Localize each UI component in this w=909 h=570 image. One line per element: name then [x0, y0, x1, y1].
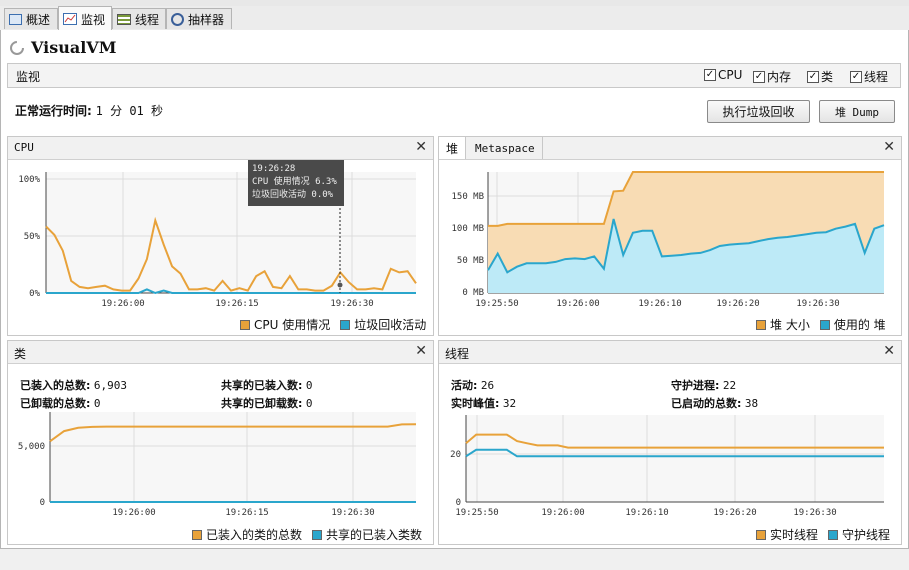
- threads-y-tick-label: 20: [450, 450, 461, 460]
- threads-x-tick-label: 19:26:20: [713, 508, 756, 518]
- legend-swatch-orange: [240, 319, 250, 330]
- cpu-plot-area: [46, 172, 416, 293]
- legend-shared-loaded-classes: 共享的已装入类数: [326, 528, 423, 542]
- legend-swatch-orange: [756, 529, 766, 540]
- legend-daemon-threads: 守护线程: [842, 528, 891, 542]
- cpu-tooltip: 19:26:28 CPU 使用情况 6.3% 垃圾回收活动 0.0%: [248, 160, 344, 206]
- legend-swatch-blue: [828, 529, 839, 540]
- heap-x-tick-label: 19:25:50: [475, 299, 518, 309]
- classes-y-tick-label: 5,000: [18, 442, 45, 452]
- cpu-chart: 19:26:00 19:26:15 19:26:30 100% 50% 0% 19:25:5…: [18, 171, 885, 518]
- threads-x-tick-label: 19:25:50: [455, 508, 498, 518]
- legend-swatch-orange: [192, 529, 202, 540]
- heap-y-tick-label: 50 MB: [457, 256, 484, 266]
- cpu-y-tick-label: 0%: [29, 289, 40, 299]
- threads-y-tick-label: 0: [456, 498, 461, 508]
- threads-plot-area: [466, 415, 884, 502]
- heap-x-tick-label: 19:26:00: [556, 299, 599, 309]
- classes-x-tick-label: 19:26:15: [225, 508, 268, 518]
- legend-gc-activity: 垃圾回收活动: [354, 318, 427, 332]
- threads-x-tick-label: 19:26:00: [541, 508, 584, 518]
- tooltip-cpu: CPU 使用情况 6.3%: [252, 177, 337, 187]
- tooltip-gc: 垃圾回收活动 0.0%: [252, 190, 334, 200]
- heap-y-tick-label: 0 MB: [462, 288, 484, 298]
- cpu-x-tick-label: 19:26:15: [215, 299, 258, 309]
- classes-x-tick-label: 19:26:00: [112, 508, 155, 518]
- cpu-x-tick-label: 19:26:00: [101, 299, 144, 309]
- legend-live-threads: 实时线程: [770, 528, 819, 542]
- cpu-legend: CPU 使用情况 垃圾回收活动: [240, 316, 426, 333]
- legend-swatch-orange: [756, 319, 766, 330]
- tooltip-time: 19:26:28: [252, 164, 296, 174]
- cpu-cursor-point: [337, 282, 343, 288]
- heap-y-tick-label: 150 MB: [451, 192, 484, 202]
- legend-swatch-blue: [340, 319, 351, 330]
- classes-y-tick-label: 0: [40, 498, 45, 508]
- classes-x-tick-label: 19:26:30: [331, 508, 374, 518]
- threads-legend: 实时线程 守护线程: [756, 526, 890, 543]
- heap-x-tick-label: 19:26:30: [796, 299, 839, 309]
- heap-legend: 堆 大小 使用的 堆: [756, 316, 886, 333]
- threads-x-tick-label: 19:26:30: [793, 508, 836, 518]
- legend-heap-used: 使用的 堆: [833, 318, 886, 332]
- cpu-y-tick-label: 50%: [24, 232, 41, 242]
- cpu-y-tick-label: 100%: [18, 175, 40, 185]
- legend-swatch-blue: [819, 319, 830, 330]
- legend-cpu-usage: CPU 使用情况: [254, 318, 331, 332]
- status-bar: [0, 549, 909, 570]
- legend-swatch-blue: [312, 529, 323, 540]
- classes-legend: 已装入的类的总数 共享的已装入类数: [192, 526, 422, 543]
- legend-loaded-classes: 已装入的类的总数: [206, 528, 303, 542]
- heap-y-tick-label: 100 MB: [451, 224, 484, 234]
- cpu-x-tick-label: 19:26:30: [330, 299, 373, 309]
- legend-heap-size: 堆 大小: [770, 318, 810, 332]
- heap-x-tick-label: 19:26:20: [716, 299, 759, 309]
- heap-x-tick-label: 19:26:10: [638, 299, 681, 309]
- classes-plot-area: [50, 412, 416, 502]
- threads-x-tick-label: 19:26:10: [625, 508, 668, 518]
